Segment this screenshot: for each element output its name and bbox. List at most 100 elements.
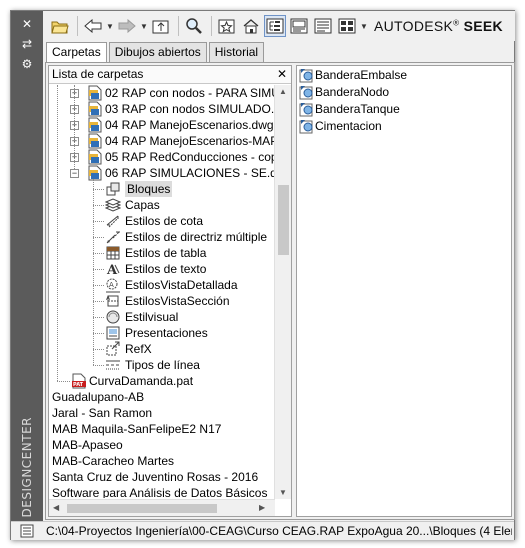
dwg-icon <box>87 117 103 133</box>
tree-row[interactable]: RefX <box>49 341 275 357</box>
close-icon[interactable]: ✕ <box>277 66 287 83</box>
tree-row[interactable]: +03 RAP con nodos SIMULADO.dwg <box>49 101 275 117</box>
tree-item-label: 03 RAP con nodos SIMULADO.dwg <box>105 102 275 116</box>
description-button[interactable] <box>312 15 334 37</box>
scroll-up-icon[interactable]: ▲ <box>279 87 287 96</box>
tree-row[interactable]: MAB-Caracheo Martes <box>49 453 275 469</box>
favorites-button[interactable] <box>216 15 238 37</box>
autodesk-seek-link[interactable]: AUTODESK® SEEK <box>374 18 503 34</box>
horizontal-scrollbar[interactable]: ◀ ▶ <box>49 499 275 516</box>
scroll-left-icon[interactable]: ◀ <box>53 503 59 512</box>
tree-row[interactable]: Bloques <box>49 181 275 197</box>
tree-row[interactable]: Jaral - San Ramon <box>49 405 275 421</box>
toolbar-separator <box>211 16 212 36</box>
back-dropdown-icon[interactable]: ▼ <box>106 22 114 31</box>
back-button[interactable] <box>82 15 104 37</box>
tree-row[interactable]: +05 RAP RedConducciones - copia.dwg <box>49 149 275 165</box>
forward-button[interactable] <box>116 15 138 37</box>
layout-icon <box>105 325 121 341</box>
forward-dropdown-icon[interactable]: ▼ <box>140 22 148 31</box>
block-item-label: BanderaEmbalse <box>315 68 408 82</box>
load-folder-button[interactable] <box>49 15 71 37</box>
tree-item-label: Software para Análisis de Datos Básicos <box>52 486 268 498</box>
status-bar: C:\04-Proyectos Ingeniería\00-CEAG\Curso… <box>11 521 514 540</box>
collapse-icon[interactable]: − <box>70 169 79 178</box>
scrollbar-thumb[interactable] <box>67 504 217 513</box>
properties-icon[interactable]: ⚙ <box>19 57 35 71</box>
preview-icon <box>290 18 308 34</box>
tree-row[interactable]: A Estilos de texto <box>49 261 275 278</box>
tree-row[interactable]: Estilos de directriz múltiple <box>49 229 275 245</box>
tree-view-toggle-button[interactable] <box>264 15 286 37</box>
tree-item-label: MAB Maquila-SanFelipeE2 N17 <box>52 422 222 436</box>
palette-side-strip: ✕ ⇄ ⚙ DESIGNCENTER <box>11 11 43 539</box>
tree-row[interactable]: MAB Maquila-SanFelipeE2 N17 <box>49 421 275 437</box>
tree-item-label: Tipos de línea <box>125 358 200 372</box>
tree-connector <box>93 205 104 206</box>
tab-carpetas[interactable]: Carpetas <box>46 42 107 63</box>
up-folder-button[interactable] <box>150 15 172 37</box>
tree-connector <box>57 85 58 381</box>
block-icon <box>299 84 315 100</box>
tree-row[interactable]: A EstilosVistaSección <box>49 293 275 309</box>
tree-row[interactable]: +04 RAP ManejoEscenarios.dwg <box>49 117 275 133</box>
tab-historial[interactable]: Historial <box>208 42 265 62</box>
folder-tree-pane: Lista de carpetas ✕ +02 RAP con nodos - … <box>48 65 292 517</box>
vertical-scrollbar[interactable]: ▲ ▼ <box>274 85 291 499</box>
tree-item-label: Estilos de directriz múltiple <box>125 230 268 244</box>
brand-product: SEEK <box>463 18 503 34</box>
tree-row[interactable]: Estilos de tabla <box>49 245 275 261</box>
tree-row[interactable]: Estilvisual <box>49 309 275 325</box>
home-button[interactable] <box>240 15 262 37</box>
tree-row[interactable]: Santa Cruz de Juventino Rosas - 2016 <box>49 469 275 485</box>
tree-item-label: Capas <box>125 198 160 212</box>
brand-name: AUTODESK <box>374 18 454 34</box>
svg-text:A: A <box>106 263 118 277</box>
search-icon <box>186 18 202 34</box>
search-button[interactable] <box>183 15 205 37</box>
tree-connector <box>93 301 104 302</box>
close-icon[interactable]: ✕ <box>19 17 35 31</box>
svg-text:PAT: PAT <box>73 382 84 388</box>
tree-row[interactable]: MAB-Apaseo <box>49 437 275 453</box>
tree-row[interactable]: A EstilosVistaDetallada <box>49 277 275 293</box>
preview-button[interactable] <box>288 15 310 37</box>
dwg-icon <box>87 85 103 101</box>
tree-row[interactable]: Tipos de línea <box>49 357 275 373</box>
star-folder-icon <box>218 19 235 34</box>
dwg-icon <box>87 101 103 117</box>
tree-row[interactable]: Presentaciones <box>49 325 275 341</box>
views-dropdown-icon[interactable]: ▼ <box>360 22 368 31</box>
tree-row[interactable]: Capas <box>49 197 275 213</box>
section-icon: A <box>105 293 121 309</box>
tree-row[interactable]: Software para Análisis de Datos Básicos <box>49 485 275 498</box>
detail-icon: A <box>105 277 121 293</box>
tree-item-label: Estilvisual <box>125 310 179 324</box>
tree-row[interactable]: Estilos de cota <box>49 213 275 229</box>
content-pane: BanderaEmbalse BanderaNodo BanderaTanque Ci… <box>296 65 512 517</box>
folder-tree[interactable]: +02 RAP con nodos - PARA SIMULAR.dwg+03 … <box>49 85 275 498</box>
scrollbar-thumb[interactable] <box>278 185 289 255</box>
pat-icon: PAT <box>71 373 87 389</box>
tree-connector <box>74 85 75 169</box>
tree-row[interactable]: +02 RAP con nodos - PARA SIMULAR.dwg <box>49 85 275 101</box>
status-path: C:\04-Proyectos Ingeniería\00-CEAG\Curso… <box>46 524 512 538</box>
tree-row[interactable]: − 06 RAP SIMULACIONES - SE.dwg <box>49 165 275 181</box>
scroll-right-icon[interactable]: ▶ <box>259 503 265 512</box>
scroll-down-icon[interactable]: ▼ <box>279 488 287 497</box>
tree-connector <box>93 179 94 365</box>
pin-icon[interactable]: ⇄ <box>19 37 35 51</box>
tab-dibujos-abiertos[interactable]: Dibujos abiertos <box>108 42 207 62</box>
tree-row[interactable]: +04 RAP ManejoEscenarios-MAP.dwg <box>49 133 275 149</box>
blocks-icon <box>105 181 121 197</box>
tree-item-label: Guadalupano-AB <box>52 390 145 404</box>
tree-row[interactable]: PAT CurvaDamanda.pat <box>49 373 275 389</box>
tree-row[interactable]: Guadalupano-AB <box>49 389 275 405</box>
tree-item-label: 06 RAP SIMULACIONES - SE.dwg <box>105 166 275 180</box>
tree-connector <box>93 221 104 222</box>
tree-item-label: EstilosVistaDetallada <box>125 278 238 292</box>
views-button[interactable] <box>336 15 358 37</box>
toolbar-separator <box>77 16 78 36</box>
tree-connector <box>93 317 104 318</box>
toolbar: ▼ ▼ ▼ AUTODESK® SEEK <box>44 11 515 41</box>
